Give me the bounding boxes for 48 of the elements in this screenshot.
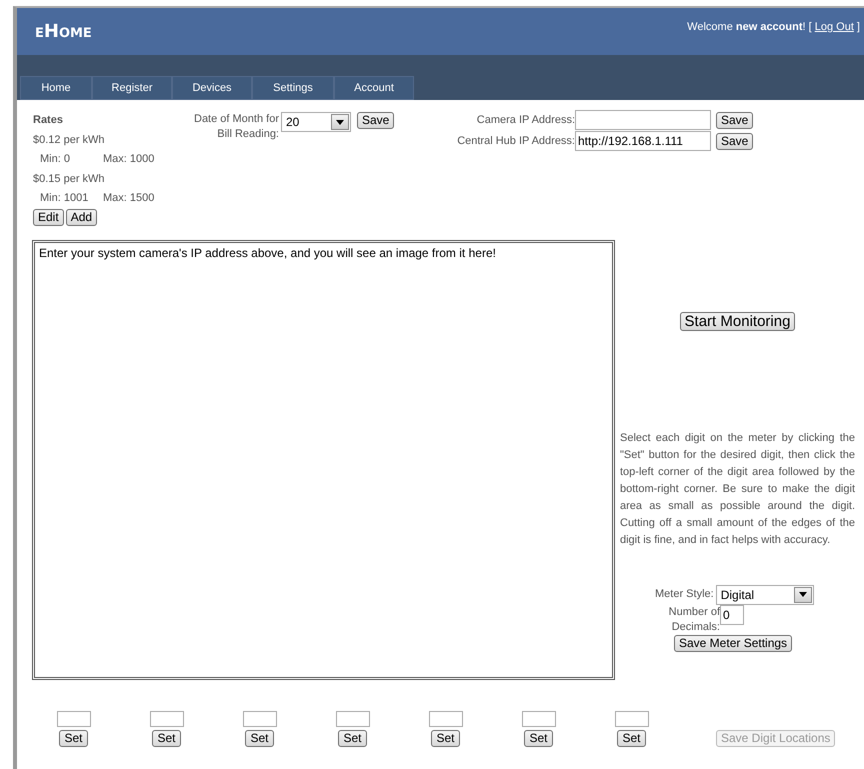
digit-field[interactable] <box>614 711 648 727</box>
set-button[interactable]: Set <box>245 730 274 747</box>
instructions-text: Select each digit on the meter by clicking the "Set" button for the desired digit, then click the top-left corner of the digit area followed by the bottom-right corner. Be sure to make the digit area as small as possible around the digit. Cutting off a small amount of the edges of the digit is fine, and in fact helps with accuracy. <box>620 430 855 548</box>
rate-max: Max: 1500 <box>103 191 154 206</box>
digit-field[interactable] <box>56 711 90 727</box>
digit-field[interactable] <box>242 711 276 727</box>
rate-min: Min: 1001 <box>40 191 90 206</box>
rate-price: $0.15 per kWh <box>33 172 106 186</box>
digit-field[interactable] <box>522 711 556 727</box>
rate-min: Min: 0 <box>40 152 71 167</box>
decimals-field[interactable]: 0 <box>720 604 744 624</box>
digit-field[interactable] <box>150 711 184 727</box>
nav-tab[interactable]: Home <box>20 76 92 100</box>
rate-action-button[interactable]: Edit <box>33 208 64 226</box>
rate-price: $0.12 per kWh <box>33 132 106 148</box>
digit-field[interactable] <box>336 711 370 727</box>
nav-tab[interactable]: Settings <box>252 76 334 100</box>
rate-action-button[interactable]: Add <box>66 208 98 226</box>
set-button[interactable]: Set <box>59 730 88 747</box>
site-logo: eHome <box>35 20 92 44</box>
digit-field[interactable] <box>428 711 462 727</box>
set-button[interactable]: Set <box>152 730 180 747</box>
ip-field[interactable]: http://192.168.1.111 <box>575 131 711 151</box>
welcome-message: Welcome new account! [ Log Out ] <box>687 20 860 36</box>
bill-date-label: Date of Month for Bill Reading: <box>193 112 279 142</box>
set-button[interactable]: Set <box>524 730 552 747</box>
ip-field[interactable] <box>575 110 711 130</box>
ip-label: Central Hub IP Address: <box>456 134 575 149</box>
rate-max: Max: 1000 <box>103 152 154 167</box>
save-button[interactable]: Save <box>357 112 394 129</box>
ip-label: Camera IP Address: <box>476 112 575 128</box>
save-button[interactable]: Save <box>716 112 754 128</box>
start-monitoring-button[interactable]: Start Monitoring <box>680 312 796 331</box>
meter-style-dropdown[interactable]: Digital <box>716 584 814 604</box>
meter-style-label: Meter Style: <box>655 587 714 602</box>
bill-date-dropdown[interactable]: 20 <box>281 112 351 132</box>
nav-tab[interactable]: Account <box>334 76 414 100</box>
logout-link[interactable]: Log Out <box>814 21 854 34</box>
nav-tab[interactable]: Register <box>92 76 172 100</box>
set-button[interactable]: Set <box>338 730 366 747</box>
save-button[interactable]: Save <box>716 132 754 150</box>
save-meter-settings-button[interactable]: Save Meter Settings <box>674 634 792 652</box>
set-button[interactable]: Set <box>431 730 460 747</box>
set-button[interactable]: Set <box>617 730 646 747</box>
rates-heading: Rates <box>33 113 64 128</box>
camera-view: Enter your system camera's IP address above, and you will see an image from it here! <box>32 240 615 680</box>
decimals-label: Number of Decimals: <box>668 604 720 634</box>
nav-tab[interactable]: Devices <box>172 76 252 100</box>
